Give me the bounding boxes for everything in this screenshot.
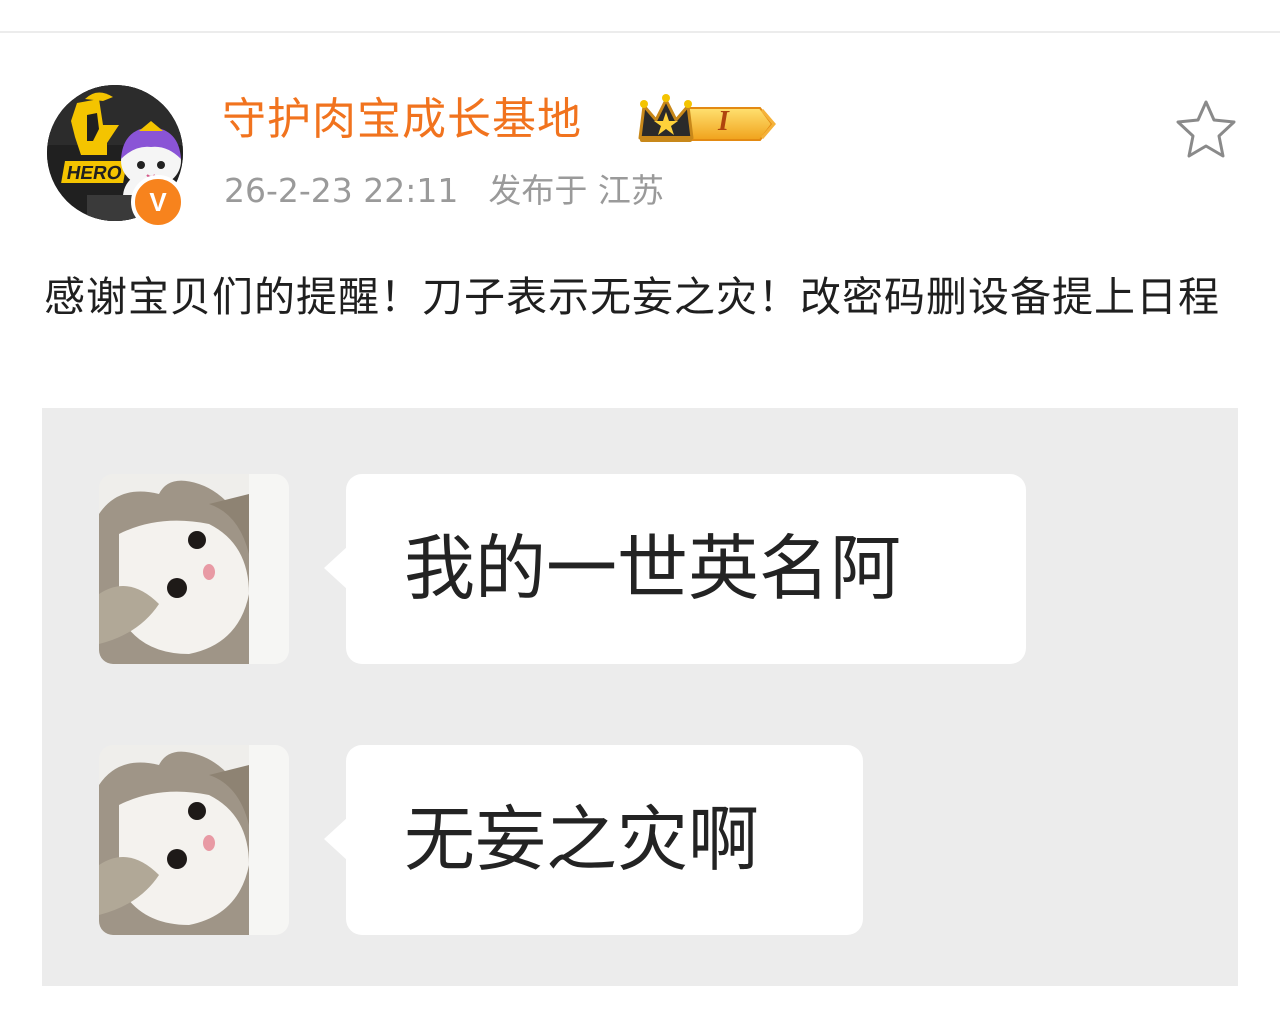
post-text: 感谢宝贝们的提醒！刀子表示无妄之灾！改密码删设备提上日程 xyxy=(44,273,1220,321)
chat-bubble: 无妄之灾啊 xyxy=(324,745,863,935)
top-divider xyxy=(0,31,1280,33)
chat-message: 我的一世英名阿 无妄之灾啊 xyxy=(42,408,1238,986)
post-location: 发布于 江苏 xyxy=(488,171,664,210)
post-meta: 26-2-23 22:11 发布于 江苏 xyxy=(224,166,664,216)
favorite-button[interactable] xyxy=(1174,98,1238,160)
star-outline-icon xyxy=(1176,100,1236,158)
chat-bubble: 我的一世英名阿 xyxy=(324,474,1026,664)
post-image[interactable]: 我的一世英名阿 无妄之灾啊 xyxy=(42,408,1238,986)
cat-avatar-icon xyxy=(99,745,289,935)
cat-avatar-icon xyxy=(99,474,289,664)
chat-message-text: 我的一世英名阿 xyxy=(404,527,902,610)
member-level-label: I xyxy=(718,106,729,137)
crown-member-badge-icon[interactable]: I xyxy=(634,92,776,148)
svg-text:HERO: HERO xyxy=(65,163,124,184)
chat-message-text: 无妄之灾啊 xyxy=(404,798,760,881)
verified-badge-icon: V xyxy=(131,175,185,229)
author-name[interactable]: 守护肉宝成长基地 xyxy=(222,88,582,152)
post-time: 26-2-23 22:11 xyxy=(224,171,459,210)
